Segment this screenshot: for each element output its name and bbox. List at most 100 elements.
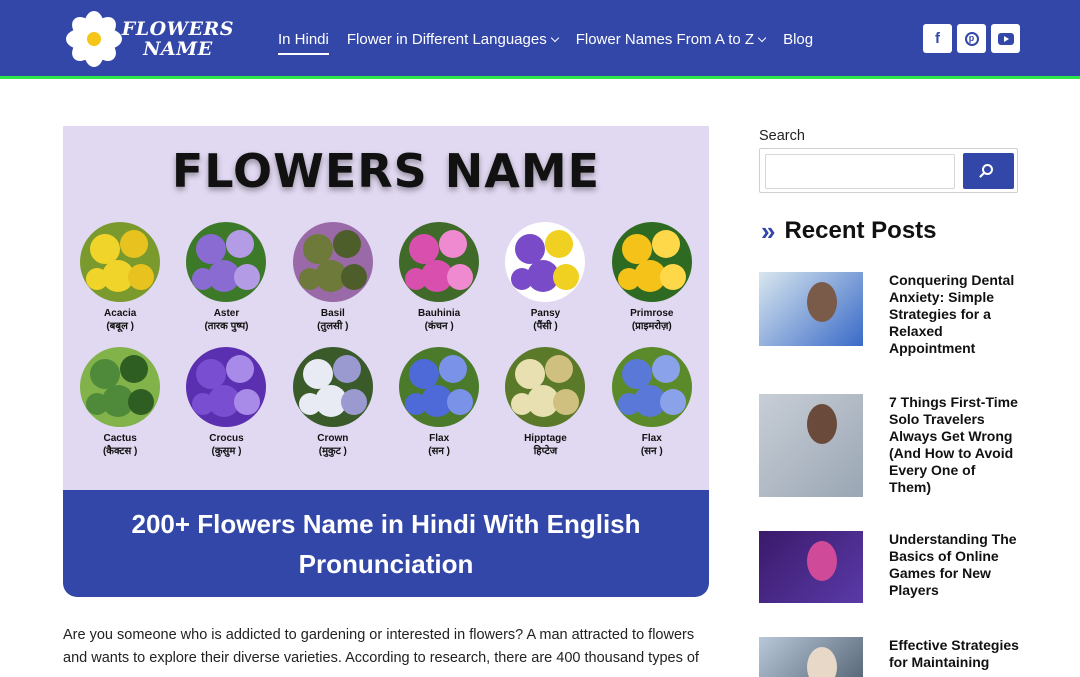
nav-label: Flower in Different Languages (346, 30, 547, 48)
flower-grid: Acacia (बबूल ) Aster (तारक पुष्प) Basil (तुलस… (63, 222, 709, 458)
flower-card: Crown (मुकुट ) (283, 347, 383, 458)
recent-post-thumbnail[interactable] (759, 531, 863, 603)
flower-photo (611, 347, 692, 427)
flower-name: Bauhinia (418, 308, 461, 319)
double-chevron-right-icon: » (761, 216, 776, 246)
youtube-glyph (997, 32, 1014, 45)
flower-hindi-name: (तुलसी ) (317, 321, 349, 332)
recent-post-title[interactable]: Conquering Dental Anxiety: Simple Strate… (889, 272, 1019, 357)
nav-flower-in-different-languages[interactable]: Flower in Different Languages (346, 27, 559, 51)
flower-name: Aster (213, 308, 240, 319)
flower-hindi-name: (तारक पुष्प) (204, 321, 249, 332)
recent-posts-heading: » Recent Posts (761, 216, 937, 246)
daisy-logo-icon (64, 9, 122, 69)
flower-row: Cactus (कैक्टस ) Crocus (कुसुम ) Crown (मुकुट… (63, 347, 709, 458)
flower-name: Basil (320, 308, 345, 319)
featured-image-title: FLOWERS NAME (171, 144, 601, 198)
recent-posts-title: Recent Posts (784, 217, 937, 244)
flower-card: Aster (तारक पुष्प) (176, 222, 276, 333)
article-intro: Are you someone who is addicted to garde… (63, 627, 699, 666)
site-header: FLOWERS NAME In Hindi Flower in Differen… (0, 0, 1080, 79)
flower-photo (186, 222, 267, 302)
pinterest-glyph: p (964, 31, 979, 46)
logo-line-2: NAME (143, 38, 213, 60)
facebook-icon[interactable]: f (923, 24, 952, 53)
nav-label: In Hindi (278, 30, 329, 48)
flower-card: Cactus (कैक्टस ) (70, 347, 170, 458)
recent-post-thumbnail[interactable] (759, 394, 863, 497)
youtube-icon[interactable] (991, 24, 1020, 53)
flower-hindi-name: (कुसुम ) (211, 446, 242, 457)
flower-photo (505, 222, 586, 302)
social-links: f p (923, 24, 1020, 53)
main-nav: In Hindi Flower in Different Languages F… (278, 27, 813, 55)
flower-name: Primrose (630, 308, 674, 319)
flower-photo (399, 347, 480, 427)
flower-photo (80, 222, 161, 302)
search-label: Search (759, 128, 805, 144)
flower-card: Flax (सन ) (602, 347, 702, 458)
flower-name: Crocus (209, 433, 244, 444)
recent-post-thumbnail[interactable] (759, 637, 863, 677)
flower-name: Cactus (103, 433, 137, 444)
site-logo[interactable]: FLOWERS NAME (64, 8, 234, 70)
search-widget (759, 148, 1018, 193)
flower-photo (399, 222, 480, 302)
pinterest-icon[interactable]: p (957, 24, 986, 53)
logo-text: FLOWERS NAME (122, 19, 234, 59)
nav-label: Flower Names From A to Z (575, 30, 755, 48)
flower-name: Hipptage (524, 433, 567, 444)
flower-hindi-name: (मुकुट ) (318, 446, 347, 457)
flower-card: Primrose (प्राइमरोज़) (602, 222, 702, 333)
flower-hindi-name: (सन ) (640, 446, 663, 457)
nav-blog[interactable]: Blog (783, 27, 813, 51)
recent-post-thumbnail[interactable] (759, 272, 863, 346)
search-input[interactable] (765, 154, 955, 189)
flower-card: Crocus (कुसुम ) (176, 347, 276, 458)
flower-hindi-name: (प्राइमरोज़) (631, 321, 672, 332)
recent-post-title[interactable]: Effective Strategies for Maintaining (889, 637, 1019, 677)
chevron-down-icon (757, 33, 767, 42)
flower-photo (186, 347, 267, 427)
flower-name: Crown (317, 433, 349, 444)
flower-hindi-name: (सन ) (428, 446, 451, 457)
flower-hindi-name: (पैंसी ) (533, 321, 558, 332)
flower-name: Acacia (104, 308, 137, 319)
search-button[interactable] (963, 153, 1014, 189)
nav-in-hindi[interactable]: In Hindi (278, 27, 329, 55)
recent-post-item[interactable]: Conquering Dental Anxiety: Simple Strate… (759, 272, 1019, 357)
recent-post-title[interactable]: 7 Things First-Time Solo Travelers Alway… (889, 394, 1019, 497)
flower-hindi-name: (बबूल ) (106, 321, 134, 332)
flower-name: Pansy (530, 308, 561, 319)
flower-card: Hipptage हिप्टेज (495, 347, 595, 458)
flower-card: Bauhinia (कंचन ) (389, 222, 489, 333)
flower-photo (292, 347, 373, 427)
featured-image: FLOWERS NAME Acacia (बबूल ) Aster (तारक पुष… (63, 126, 709, 490)
flower-hindi-name: (कैक्टस ) (102, 446, 138, 457)
flower-photo (292, 222, 373, 302)
article-title-box: 200+ Flowers Name in Hindi With English … (63, 490, 709, 597)
flower-name: Flax (429, 433, 450, 444)
search-icon (982, 164, 993, 175)
flower-photo (80, 347, 161, 427)
chevron-down-icon (550, 33, 559, 42)
flower-photo (505, 347, 586, 427)
flower-hindi-name: हिप्टेज (533, 446, 558, 457)
flower-row: Acacia (बबूल ) Aster (तारक पुष्प) Basil (तुलस… (63, 222, 709, 333)
recent-post-item[interactable]: 7 Things First-Time Solo Travelers Alway… (759, 394, 1019, 497)
recent-post-item[interactable]: Understanding The Basics of Online Games… (759, 531, 1019, 603)
recent-post-title[interactable]: Understanding The Basics of Online Games… (889, 531, 1019, 603)
flower-card: Basil (तुलसी ) (283, 222, 383, 333)
recent-post-item[interactable]: Effective Strategies for Maintaining (759, 637, 1019, 677)
facebook-glyph: f (935, 30, 940, 47)
flower-name: Flax (641, 433, 662, 444)
flower-card: Acacia (बबूल ) (70, 222, 170, 333)
nav-flower-names-a-to-z[interactable]: Flower Names From A to Z (575, 27, 767, 51)
flower-hindi-name: (कंचन ) (424, 321, 454, 332)
logo-line-1: FLOWERS (121, 18, 234, 40)
nav-label: Blog (783, 30, 814, 48)
flower-card: Pansy (पैंसी ) (495, 222, 595, 333)
flower-photo (611, 222, 692, 302)
flower-card: Flax (सन ) (389, 347, 489, 458)
article-title: 200+ Flowers Name in Hindi With English … (131, 508, 641, 579)
